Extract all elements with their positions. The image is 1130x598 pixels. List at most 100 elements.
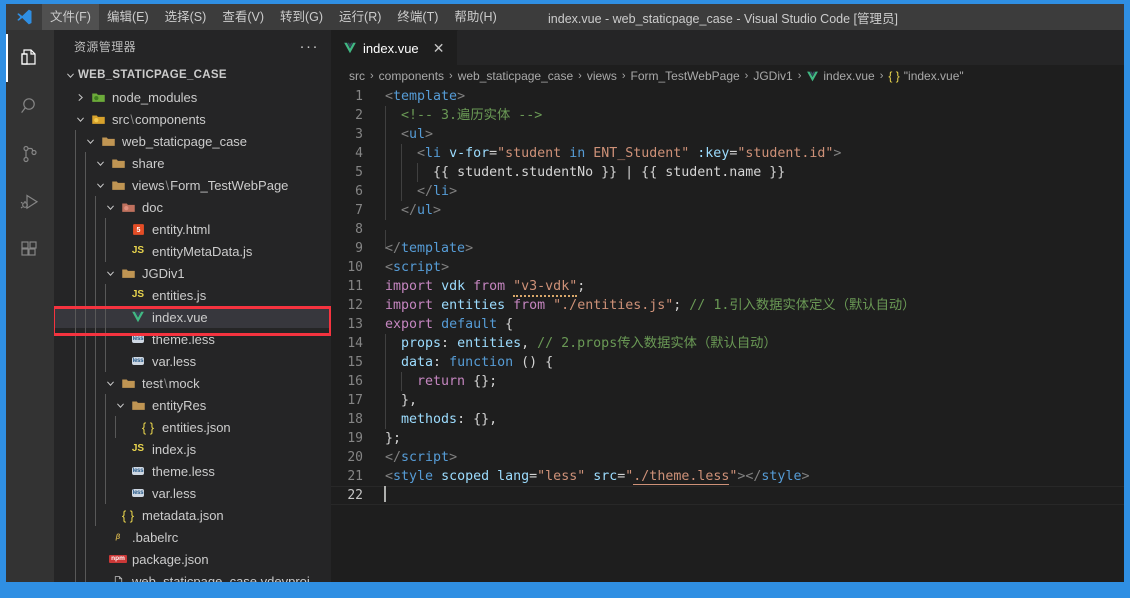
run-and-debug-icon[interactable] (6, 178, 54, 226)
explorer-icon[interactable] (6, 34, 54, 82)
chevron-down-icon[interactable] (112, 400, 128, 411)
tree-item-var-less[interactable]: less var.less (54, 350, 331, 372)
chevron-down-icon[interactable] (102, 378, 118, 389)
menu-item-edit[interactable]: 编辑(E) (99, 4, 157, 30)
code-line[interactable]: 6 </li> (331, 182, 1124, 201)
tree-item-var-less[interactable]: less var.less (54, 482, 331, 504)
less-file-icon: less (131, 335, 145, 343)
indent-guide (95, 218, 96, 240)
code-line[interactable]: 1 <template> (331, 87, 1124, 106)
close-icon[interactable]: ✕ (431, 41, 447, 55)
tree-item-test-mock[interactable]: test\mock (54, 372, 331, 394)
extensions-icon[interactable] (6, 226, 54, 274)
chevron-down-icon[interactable] (92, 158, 108, 169)
code-line[interactable]: 14 props: entities, // 2.props传入数据实体（默认自… (331, 334, 1124, 353)
tree-item-src-components[interactable]: src\components (54, 108, 331, 130)
code-line[interactable]: 4 <li v-for="student in ENT_Student" :ke… (331, 144, 1124, 163)
breadcrumb-item-web_staticpage_case[interactable]: web_staticpage_case (458, 69, 573, 83)
babel-file-icon: β (115, 532, 121, 542)
tree-item-index-js[interactable]: JS index.js (54, 438, 331, 460)
code-line[interactable]: 16 return {}; (331, 372, 1124, 391)
sidebar-header: 资源管理器 ··· (54, 30, 331, 63)
code-line[interactable]: 2 <!-- 3.遍历实体 --> (331, 106, 1124, 125)
tree-item-share[interactable]: share (54, 152, 331, 174)
tree-item-entity-html[interactable]: 5 entity.html (54, 218, 331, 240)
code-token: import (385, 279, 434, 294)
chevron-down-icon[interactable] (62, 70, 78, 81)
breadcrumb-item-components[interactable]: components (379, 69, 444, 83)
tree-item-theme-less[interactable]: less theme.less (54, 328, 331, 350)
chevron-right-icon[interactable] (72, 92, 88, 103)
tree-item-entities-json[interactable]: { } entities.json (54, 416, 331, 438)
tree-item-entities-js[interactable]: JS entities.js (54, 284, 331, 306)
code-line-text: props: entities, // 2.props传入数据实体（默认自动） (383, 334, 777, 353)
menu-item-go[interactable]: 转到(G) (272, 4, 331, 30)
menu-item-view[interactable]: 查看(V) (214, 4, 272, 30)
chevron-down-icon[interactable] (102, 268, 118, 279)
menu-item-selection[interactable]: 选择(S) (157, 4, 215, 30)
tree-item-node_modules[interactable]: node_modules (54, 86, 331, 108)
breadcrumb-item-jgdiv1[interactable]: JGDiv1 (753, 69, 792, 83)
breadcrumb-item-src[interactable]: src (349, 69, 365, 83)
menu-item-file[interactable]: 文件(F) (42, 4, 99, 30)
tree-item--babelrc[interactable]: β .babelrc (54, 526, 331, 548)
code-line[interactable]: 19}; (331, 429, 1124, 448)
tab-index-vue[interactable]: index.vue ✕ (331, 30, 458, 65)
code-line[interactable]: 13 export default { (331, 315, 1124, 334)
source-control-icon[interactable] (6, 130, 54, 178)
status-bar (6, 582, 1124, 590)
code-line[interactable]: 12 import entities from "./entities.js"; … (331, 296, 1124, 315)
tree-item-web_staticpage_case[interactable]: WEB_STATICPAGE_CASE (54, 64, 331, 86)
chevron-down-icon[interactable] (102, 202, 118, 213)
code-editor[interactable]: 1 <template> 2 <!-- 3.遍历实体 --> 3 <ul> 4 <li … (331, 87, 1124, 582)
indent-guide (105, 460, 106, 482)
indent-guide (75, 416, 76, 438)
breadcrumb-item-form_testwebpage[interactable]: Form_TestWebPage (631, 69, 740, 83)
tree-item-views-form_testwebpage[interactable]: views\Form_TestWebPage (54, 174, 331, 196)
code-line[interactable]: 10 <script> (331, 258, 1124, 277)
code-line[interactable]: 11 import vdk from "v3-vdk"; (331, 277, 1124, 297)
file-tree[interactable]: WEB_STATICPAGE_CASE node_modules src\compo… (54, 63, 331, 582)
code-line[interactable]: 17 }, (331, 391, 1124, 410)
code-line[interactable]: 18 methods: {}, (331, 410, 1124, 429)
menu-item-run[interactable]: 运行(R) (331, 4, 389, 30)
chevron-down-icon[interactable] (82, 136, 98, 147)
tree-item-entitymetadata-js[interactable]: JS entityMetaData.js (54, 240, 331, 262)
breadcrumb-item-index-vue[interactable]: index.vue (806, 69, 875, 83)
menu-bar[interactable]: 文件(F) 编辑(E) 选择(S) 查看(V) 转到(G) 运行(R) 终端(T… (42, 4, 505, 30)
more-actions-icon[interactable]: ··· (300, 39, 320, 54)
breadcrumb[interactable]: src › components › web_staticpage_case › views… (331, 65, 1124, 87)
chevron-down-icon[interactable] (72, 114, 88, 125)
code-line[interactable]: 7 </ul> (331, 201, 1124, 220)
code-line[interactable]: 8 (331, 220, 1124, 249)
tree-item-theme-less[interactable]: less theme.less (54, 460, 331, 482)
code-line[interactable]: 3 <ul> (331, 125, 1124, 144)
tree-item-jgdiv1[interactable]: JGDiv1 (54, 262, 331, 284)
code-line[interactable]: 9 </template> (331, 239, 1124, 258)
code-line-text: <template> (383, 87, 465, 106)
code-line[interactable]: 21 <style scoped lang="less" src="./theme… (331, 467, 1124, 486)
code-line[interactable]: 22 (331, 486, 1124, 505)
breadcrumb-item--index-vue-[interactable]: { } "index.vue" (888, 69, 963, 83)
menu-item-terminal[interactable]: 终端(T) (389, 4, 446, 30)
code-line[interactable]: 5 {{ student.studentNo }} | {{ student.n… (331, 163, 1124, 182)
menu-item-help[interactable]: 帮助(H) (446, 4, 504, 30)
breadcrumb-separator: › (578, 70, 582, 82)
search-icon[interactable] (6, 82, 54, 130)
tree-item-package-json[interactable]: npm package.json (54, 548, 331, 570)
tree-item-web_staticpage_case-vdevproj[interactable]: web_staticpage_case.vdevproj (54, 570, 331, 582)
html-file-icon: 5 (128, 223, 148, 236)
tree-item-doc[interactable]: doc (54, 196, 331, 218)
breadcrumb-item-views[interactable]: views (587, 69, 617, 83)
indent-guide (85, 394, 86, 416)
tree-item-web_staticpage_case[interactable]: web_staticpage_case (54, 130, 331, 152)
tree-item-index-vue[interactable]: index.vue (54, 306, 331, 328)
chevron-down-icon[interactable] (92, 180, 108, 191)
code-line[interactable]: 15 data: function () { (331, 353, 1124, 372)
tree-item-entityres[interactable]: entityRes (54, 394, 331, 416)
code-line[interactable]: 20 </script> (331, 448, 1124, 467)
tree-item-metadata-json[interactable]: { } metadata.json (54, 504, 331, 526)
